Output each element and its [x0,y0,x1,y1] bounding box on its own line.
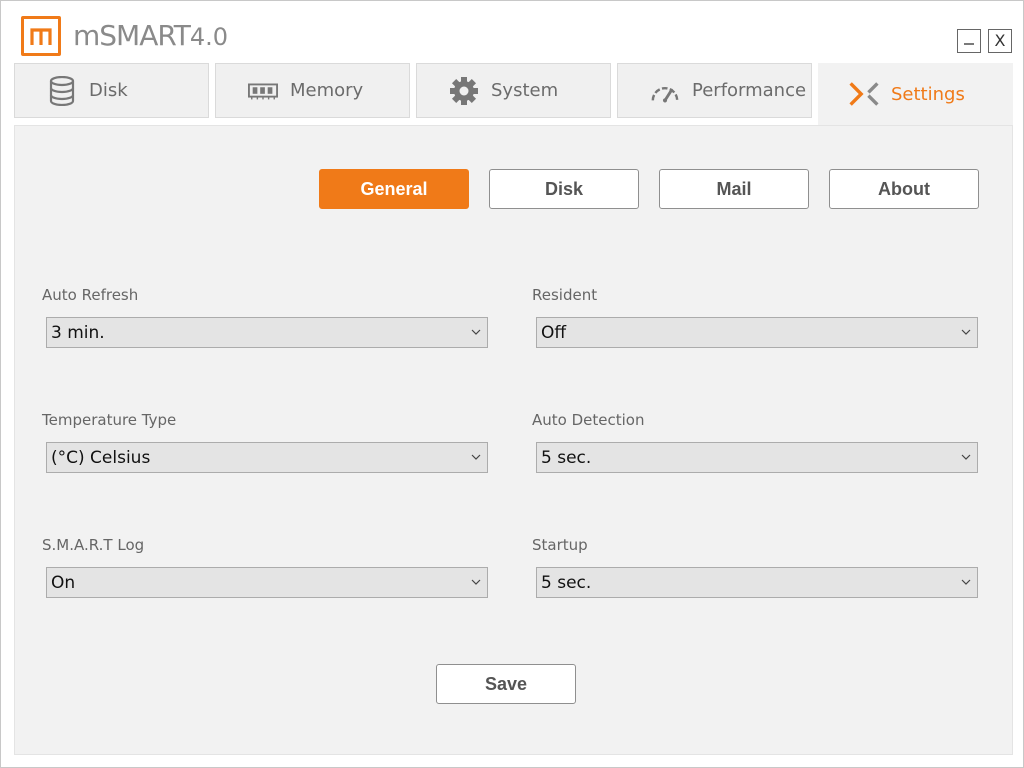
chevron-down-icon [471,579,481,585]
smart-log-label: S.M.A.R.T Log [42,536,145,554]
gear-icon [449,76,479,106]
tab-disk[interactable]: Disk [14,63,209,118]
subtab-mail[interactable]: Mail [659,169,809,209]
smart-log-select[interactable]: On [46,567,488,598]
resident-value: Off [541,322,567,343]
tab-memory[interactable]: Memory [215,63,410,118]
title-bar: mSMART4.0 X [1,1,1023,61]
app-logo-icon [21,16,61,56]
chevron-down-icon [471,329,481,335]
auto-detection-label: Auto Detection [532,411,645,429]
auto-refresh-value: 3 min. [51,322,105,343]
tab-settings[interactable]: Settings [818,63,1013,125]
minimize-button[interactable] [957,29,981,53]
startup-value: 5 sec. [541,572,592,593]
database-icon [47,75,77,106]
tab-system-label: System [491,80,559,101]
save-button[interactable]: Save [436,664,576,704]
tab-performance-label: Performance [692,80,807,101]
tab-settings-label: Settings [891,83,965,105]
resident-label: Resident [532,286,598,304]
auto-detection-select[interactable]: 5 sec. [536,442,978,473]
main-tabs: Disk Memory System Performance Settings [14,63,1014,125]
close-button[interactable]: X [988,29,1012,53]
chevron-down-icon [961,579,971,585]
close-icon: X [994,31,1006,50]
auto-refresh-select[interactable]: 3 min. [46,317,488,348]
tab-memory-label: Memory [290,80,364,101]
temperature-type-select[interactable]: (°C) Celsius [46,442,488,473]
subtab-general[interactable]: General [319,169,469,209]
chevron-down-icon [961,329,971,335]
startup-label: Startup [532,536,588,554]
tab-system[interactable]: System [416,63,611,118]
tab-performance[interactable]: Performance [617,63,812,118]
speedometer-icon [650,76,680,106]
smart-log-value: On [51,572,76,593]
temperature-type-value: (°C) Celsius [51,447,151,468]
startup-select[interactable]: 5 sec. [536,567,978,598]
tab-disk-label: Disk [89,80,128,101]
memory-chip-icon [248,76,278,106]
settings-panel: General Disk Mail About Auto Refresh 3 m… [14,125,1013,755]
auto-refresh-label: Auto Refresh [42,286,139,304]
app-title: mSMART4.0 [73,19,228,52]
minimize-icon [964,43,974,45]
chevron-down-icon [961,454,971,460]
chevron-down-icon [471,454,481,460]
app-title-main: mSMART [73,19,191,52]
temperature-type-label: Temperature Type [42,411,177,429]
settings-x-icon [849,79,879,109]
subtab-about[interactable]: About [829,169,979,209]
subtab-disk[interactable]: Disk [489,169,639,209]
app-title-version: 4.0 [189,23,229,51]
app-window: mSMART4.0 X Disk Memory System Performan… [0,0,1024,768]
resident-select[interactable]: Off [536,317,978,348]
auto-detection-value: 5 sec. [541,447,592,468]
